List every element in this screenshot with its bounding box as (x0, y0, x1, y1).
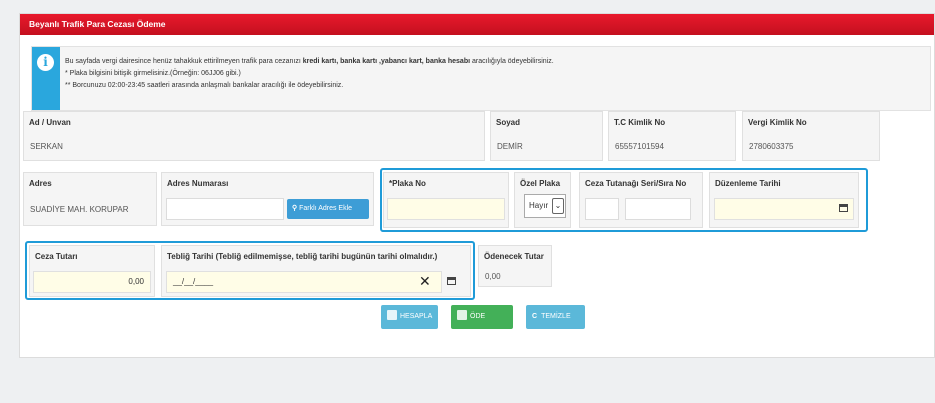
info-text: Bu sayfada vergi dairesince henüz tahakk… (65, 56, 554, 92)
info-icon: i (37, 54, 54, 71)
vergi-label: Vergi Kimlik No (742, 111, 880, 133)
tc-label: T.C Kimlik No (608, 111, 736, 133)
page-title: Beyanlı Trafik Para Cezası Ödeme (20, 14, 934, 35)
odenecek-tutar-label: Ödenecek Tutar (478, 245, 552, 267)
soyad-field: DEMİR (490, 133, 603, 161)
ad-field: SERKAN (23, 133, 485, 161)
ode-button[interactable]: ÖDE (451, 305, 513, 329)
tc-field: 65557101594 (608, 133, 736, 161)
info-line2: * Plaka bilgisini bitişik girmelisiniz.(… (65, 70, 241, 77)
adres-field: SUADİYE MAH. KORUPAR (23, 194, 157, 226)
temizle-button[interactable]: C TEMİZLE (526, 305, 585, 329)
adres-numarasi-label: Adres Numarası (161, 172, 374, 194)
adres-label: Adres (23, 172, 157, 194)
search-icon: ⚲ (292, 205, 298, 212)
adres-numarasi-input[interactable] (166, 198, 284, 220)
info-line3: ** Borcunuzu 02:00-23:45 saatleri arasın… (65, 82, 344, 89)
info-box: i Bu sayfada vergi dairesince henüz taha… (31, 46, 931, 111)
hesapla-label: HESAPLA (400, 313, 433, 320)
farkli-adres-ekle-button[interactable]: ⚲ Farklı Adres Ekle (287, 199, 369, 219)
credit-card-icon (457, 310, 467, 321)
ode-label: ÖDE (470, 313, 486, 320)
info-line1b: kredi kartı, banka kartı ,yabancı kart, … (302, 58, 471, 65)
ad-label: Ad / Unvan (23, 111, 485, 133)
calculator-icon (387, 310, 397, 321)
refresh-icon: C (532, 313, 538, 320)
highlight-box-ceza (25, 241, 475, 300)
farkli-adres-ekle-label: Farklı Adres Ekle (299, 205, 353, 212)
highlight-box-plaka (380, 168, 868, 232)
odenecek-tutar-value: 0,00 (478, 267, 552, 287)
info-line1a: Bu sayfada vergi dairesince henüz tahakk… (65, 58, 303, 65)
temizle-label: TEMİZLE (541, 313, 571, 320)
info-line1c: aracılığıyla ödeyebilirsiniz. (470, 58, 554, 65)
soyad-label: Soyad (490, 111, 603, 133)
hesapla-button[interactable]: HESAPLA (381, 305, 438, 329)
vergi-field: 2780603375 (742, 133, 880, 161)
info-sidebar: i (32, 47, 60, 110)
